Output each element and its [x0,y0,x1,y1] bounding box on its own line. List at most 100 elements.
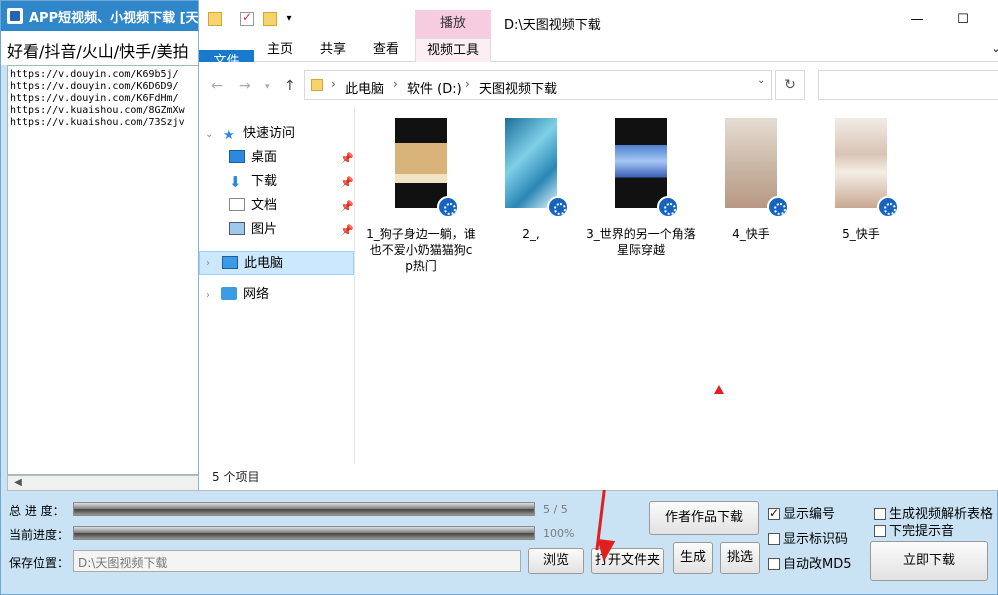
app-logo-icon [7,8,23,24]
current-progress-value: 100% [543,527,575,540]
explorer-window-title: D:\天图视频下载 [504,18,601,33]
pin-icon: 📌 [340,200,354,213]
nav-network[interactable]: 网络 [221,283,269,307]
video-player-icon [547,196,569,218]
explorer-titlebar: ▾ 播放 D:\天图视频下载 — ☐ [199,0,998,38]
sound-done-label: 下完提示音 [889,524,955,539]
total-progress-label: 总 进 度： [9,504,65,518]
minimize-icon[interactable]: — [907,12,927,27]
nav-pictures-label: 图片 [251,222,278,237]
pictures-icon [229,222,245,235]
navigation-pane: ⌄ ★ 快速访问 桌面 📌 ⬇ 下载 📌 文档 📌 图片 📌 此电脑 › › 网络 [199,106,355,464]
show-id-checkbox[interactable]: 显示标识码 [768,528,848,547]
breadcrumb-this-pc[interactable]: 此电脑 [345,78,384,97]
bottom-panel: 总 进 度： 5 / 5 当前进度： 100% 保存位置： D:\天图视频下载 … [1,491,998,595]
nav-downloads[interactable]: ⬇ 下载 [229,170,277,194]
video-thumbnail [395,118,459,218]
up-arrow-icon[interactable]: ↑ [284,78,296,94]
computer-icon [222,256,238,269]
breadcrumb-download-folder[interactable]: 天图视频下载 [479,78,557,97]
nav-quick-access[interactable]: ★ 快速访问 [223,122,295,146]
auto-md5-checkbox[interactable]: 自动改MD5 [768,553,852,572]
show-number-label: 显示编号 [783,507,836,522]
file-item[interactable]: 3_世界的另一个角落星际穿越 [586,118,696,258]
browse-button[interactable]: 浏览 [528,548,584,574]
nav-documents[interactable]: 文档 [229,194,277,218]
link-line: https://v.douyin.com/K6D6D9/ [10,81,179,92]
chevron-down-icon[interactable]: ⌄ [205,129,213,140]
ribbon-expand-icon[interactable]: ⌄ [986,42,998,55]
play-context-tab[interactable]: 播放 [415,10,491,38]
nav-desktop[interactable]: 桌面 [229,146,277,170]
file-name: 1_狗子身边一躺，谁也不爱小奶猫猫狗cp热门 [366,227,476,273]
network-icon [221,287,237,300]
nav-this-pc[interactable]: 此电脑 [199,251,354,275]
scroll-left-icon[interactable]: ◀ [10,476,26,490]
desktop-icon [229,150,245,163]
breadcrumb-drive-d[interactable]: 软件 (D:) [407,78,462,97]
status-bar-count: 5 个项目 [212,470,260,484]
file-item[interactable]: 5_快手 [806,118,916,242]
checkbox-icon [768,533,780,545]
star-icon: ★ [223,128,235,143]
chevron-right-icon: › [393,77,398,91]
generate-button[interactable]: 生成 [673,542,713,574]
file-name: 2_, [522,227,540,241]
new-folder-icon[interactable] [263,12,277,26]
download-now-button[interactable]: 立即下载 [870,541,988,581]
maximize-icon[interactable]: ☐ [953,12,973,27]
tab-share[interactable]: 共享 [312,38,354,62]
file-item[interactable]: 4_快手 [696,118,806,242]
address-row: ← → ▾ ↑ › 此电脑 › 软件 (D:) › 天图视频下载 ⌄ ↻ [199,62,998,106]
sound-done-checkbox[interactable]: 下完提示音 [874,520,954,539]
link-line: https://v.douyin.com/K6FdHm/ [10,93,179,104]
document-icon [229,198,245,211]
file-item[interactable]: 1_狗子身边一躺，谁也不爱小奶猫猫狗cp热门 [366,118,476,274]
properties-icon[interactable] [240,10,254,26]
platforms-label: 好看/抖音/火山/快手/美拍 [7,42,189,61]
back-arrow-icon[interactable]: ← [211,78,223,94]
file-explorer-window: ▾ 播放 D:\天图视频下载 — ☐ 文件 主页 共享 查看 视频工具 ⌄ ← … [198,0,998,490]
recent-dropdown-icon[interactable]: ▾ [265,82,270,92]
annotation-arrow-head-icon [594,538,616,564]
link-line: https://v.kuaishou.com/8GZmXw [10,105,185,116]
tab-video-tools[interactable]: 视频工具 [415,38,491,62]
pin-icon: 📌 [340,176,354,189]
address-dropdown-icon[interactable]: ⌄ [757,75,765,86]
nav-pictures[interactable]: 图片 [229,218,277,242]
current-progress-label: 当前进度： [9,528,70,542]
nav-network-label: 网络 [243,287,270,302]
show-number-checkbox[interactable]: 显示编号 [768,503,835,522]
save-path-input[interactable]: D:\天图视频下载 [73,550,521,572]
file-name: 5_快手 [842,227,880,241]
show-id-label: 显示标识码 [783,532,849,547]
current-progress-bar [73,526,535,540]
total-progress-bar [73,502,535,516]
video-thumbnail [835,118,899,218]
checkbox-checked-icon [768,506,780,520]
video-player-icon [877,196,899,218]
tab-view[interactable]: 查看 [365,38,407,62]
chevron-right-icon: › [331,77,336,91]
address-bar[interactable]: › 此电脑 › 软件 (D:) › 天图视频下载 ⌄ [304,70,772,100]
author-works-download-button[interactable]: 作者作品下载 [649,501,759,535]
checkbox-icon [874,525,886,537]
pin-icon: 📌 [340,152,354,165]
links-textarea[interactable]: https://v.douyin.com/K69b5j/ https://v.d… [7,65,199,475]
save-location-label: 保存位置： [9,556,70,570]
nav-desktop-label: 桌面 [251,150,278,165]
ribbon-tabs: 文件 主页 共享 查看 视频工具 ⌄ [199,38,998,74]
refresh-icon[interactable]: ↻ [775,70,805,100]
qat-dropdown-icon[interactable]: ▾ [282,12,296,26]
nav-quick-access-label: 快速访问 [243,126,296,141]
search-input[interactable] [818,70,998,100]
video-player-icon [437,196,459,218]
chevron-right-icon[interactable]: › [206,258,210,269]
tab-home[interactable]: 主页 [259,38,301,62]
file-item[interactable]: 2_, [476,118,586,242]
chevron-right-icon[interactable]: › [206,290,210,301]
nav-documents-label: 文档 [251,198,278,213]
pick-button[interactable]: 挑选 [720,542,760,574]
forward-arrow-icon[interactable]: → [239,78,251,94]
folder-icon [208,12,222,26]
